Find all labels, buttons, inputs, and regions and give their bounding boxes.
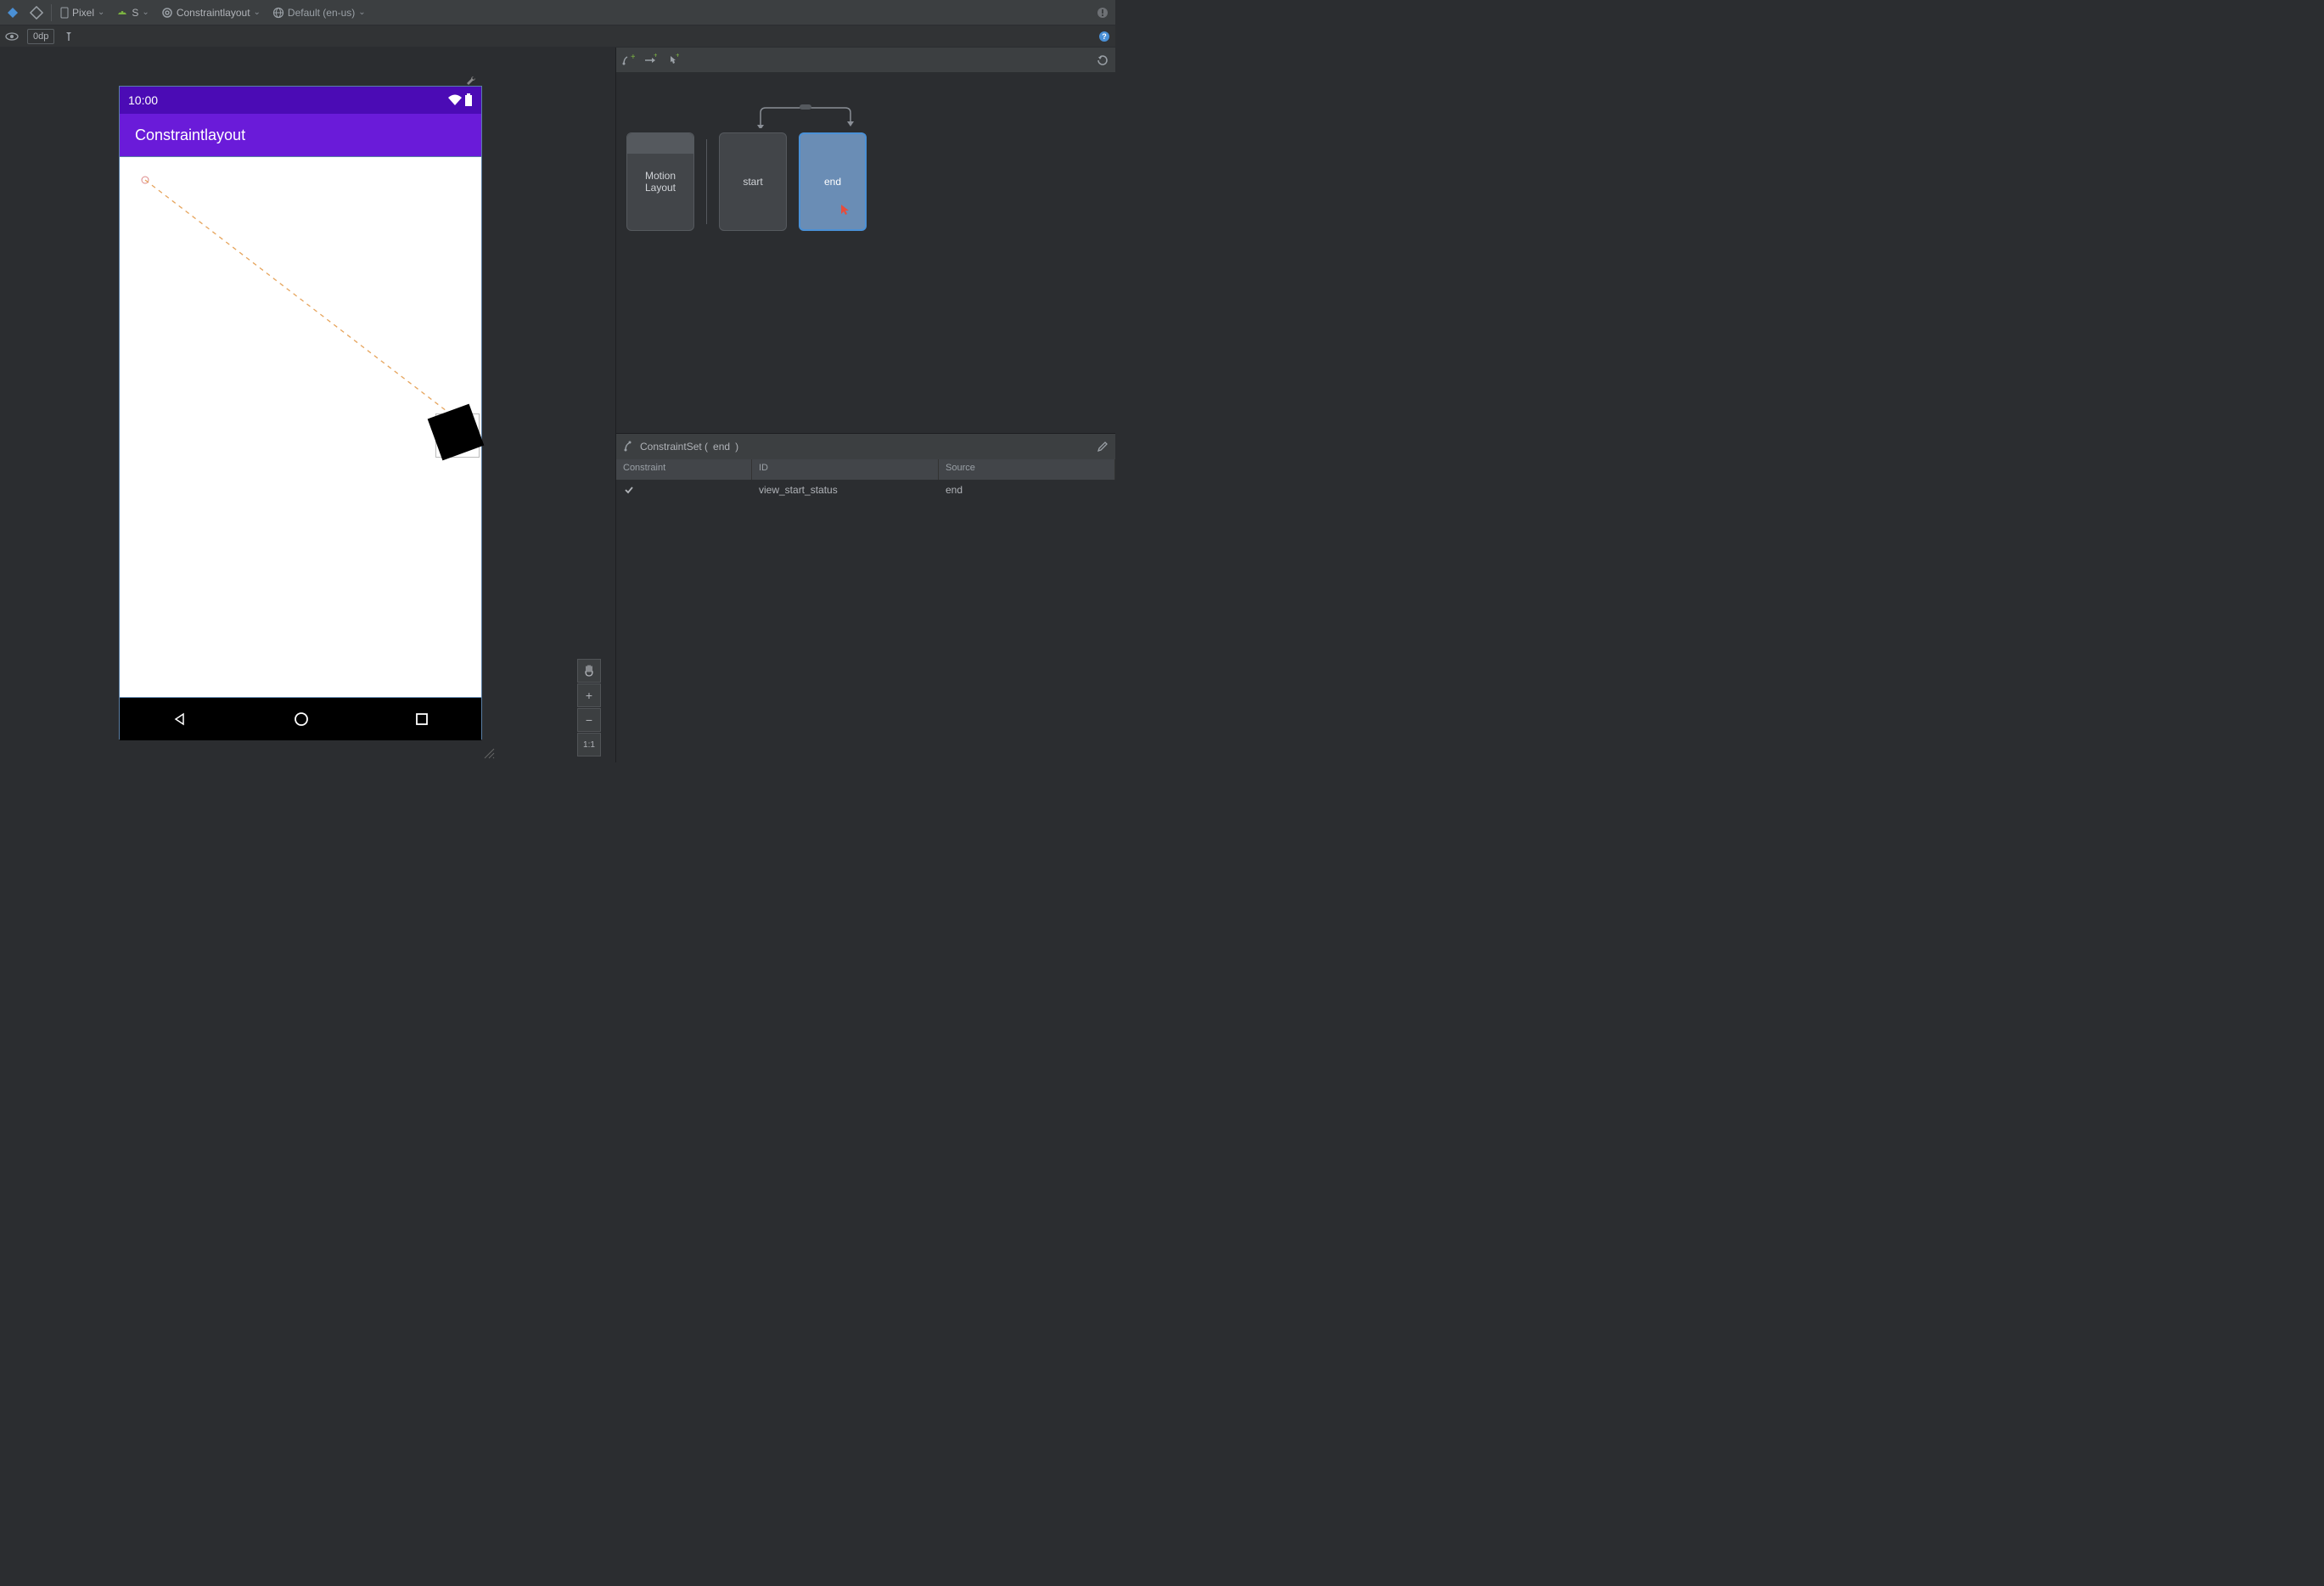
motion-overview[interactable]: Motion Layout start end: [616, 73, 1115, 433]
status-time: 10:00: [128, 93, 158, 107]
layout-canvas[interactable]: [120, 156, 481, 698]
options-toolbar: 0dp ?: [0, 25, 1115, 48]
svg-text:+: +: [676, 53, 679, 59]
motion-layout-card[interactable]: Motion Layout: [626, 132, 694, 231]
constraintset-icon: [623, 441, 635, 453]
svg-text:+: +: [631, 53, 635, 62]
svg-text:+: +: [654, 53, 657, 59]
nav-bar: [120, 698, 481, 740]
start-state-card[interactable]: start: [719, 132, 787, 231]
cursor-icon: [839, 204, 851, 216]
help-icon[interactable]: ?: [1098, 31, 1110, 42]
zoom-reset-button[interactable]: 1:1: [577, 733, 601, 756]
constraint-source: end: [939, 482, 1115, 498]
nav-recent-icon[interactable]: [416, 713, 428, 725]
cs-title-name: end: [713, 441, 730, 453]
constraint-check: [616, 482, 752, 498]
orientation-icon[interactable]: [27, 3, 46, 22]
battery-icon: [464, 93, 473, 107]
wrench-icon[interactable]: [465, 75, 477, 87]
nav-back-icon[interactable]: [173, 712, 187, 726]
design-toolbar: Pixel ⌄ S ⌄ Constraintlayout ⌄ Default (…: [0, 0, 1115, 25]
zoom-in-button[interactable]: +: [577, 683, 601, 707]
col-source[interactable]: Source: [939, 459, 1115, 480]
resize-handle-icon[interactable]: [480, 744, 495, 759]
chevron-down-icon: ⌄: [358, 8, 365, 17]
motion-toolbar: + + +: [616, 48, 1115, 73]
col-id[interactable]: ID: [752, 459, 939, 480]
constraintset-panel: ConstraintSet ( end ) Constraint ID Sour…: [616, 433, 1115, 762]
end-label: end: [824, 176, 841, 188]
view-options-icon[interactable]: [5, 31, 19, 42]
cycle-icon[interactable]: [1097, 53, 1110, 67]
nav-home-icon[interactable]: [294, 711, 309, 727]
android-icon: [116, 8, 128, 18]
end-state-card[interactable]: end: [799, 132, 867, 231]
constraint-row[interactable]: view_start_status end: [616, 480, 1115, 500]
blueprint-view-icon[interactable]: [3, 3, 22, 22]
chevron-down-icon: ⌄: [142, 8, 149, 17]
app-title: Constraintlayout: [135, 127, 245, 144]
locale-selector[interactable]: Default (en-us) ⌄: [269, 7, 369, 19]
motion-layout-label-2: Layout: [645, 182, 676, 194]
device-frame: 10:00 Constraintlayout: [119, 86, 482, 740]
constraint-table-header: Constraint ID Source: [616, 459, 1115, 480]
app-bar: Constraintlayout: [120, 114, 481, 156]
constraint-id: view_start_status: [752, 482, 939, 498]
zoom-out-button[interactable]: −: [577, 708, 601, 732]
chevron-down-icon: ⌄: [254, 8, 261, 17]
status-bar: 10:00: [120, 87, 481, 114]
margin-value: 0dp: [33, 31, 48, 42]
create-click-handler-icon[interactable]: +: [665, 53, 679, 67]
transition-arrow[interactable]: [750, 103, 861, 128]
theme-selector[interactable]: Constraintlayout ⌄: [158, 7, 264, 19]
api-label: S: [132, 7, 138, 19]
theme-label: Constraintlayout: [177, 7, 250, 19]
zoom-controls: + − 1:1: [577, 659, 601, 756]
pan-button[interactable]: [577, 659, 601, 683]
start-label: start: [743, 176, 762, 188]
wifi-icon: [447, 94, 463, 106]
phone-preview: 10:00 Constraintlayout: [119, 86, 482, 740]
svg-text:?: ?: [1102, 32, 1107, 41]
cs-title-prefix: ConstraintSet (: [640, 441, 708, 453]
device-label: Pixel: [72, 7, 94, 19]
toolbar-separator: [51, 4, 52, 21]
guidelines-icon[interactable]: [63, 31, 75, 42]
col-constraint[interactable]: Constraint: [616, 459, 752, 480]
api-selector[interactable]: S ⌄: [113, 7, 152, 19]
motion-editor-pane: + + + Motion Layou: [615, 48, 1115, 762]
edit-icon[interactable]: [1097, 441, 1109, 453]
state-divider: [706, 139, 707, 224]
warnings-icon[interactable]: [1093, 3, 1112, 22]
create-transition-icon[interactable]: +: [643, 53, 657, 67]
device-selector[interactable]: Pixel ⌄: [57, 7, 108, 19]
locale-label: Default (en-us): [288, 7, 355, 19]
design-surface[interactable]: 10:00 Constraintlayout: [0, 48, 615, 762]
cs-title-suffix: ): [735, 441, 738, 453]
motion-path: [120, 157, 483, 700]
create-constraintset-icon[interactable]: +: [621, 53, 635, 67]
default-margin[interactable]: 0dp: [27, 29, 54, 44]
constraintset-header: ConstraintSet ( end ): [616, 434, 1115, 459]
chevron-down-icon: ⌄: [98, 8, 104, 17]
motion-layout-label-1: Motion: [645, 170, 676, 182]
